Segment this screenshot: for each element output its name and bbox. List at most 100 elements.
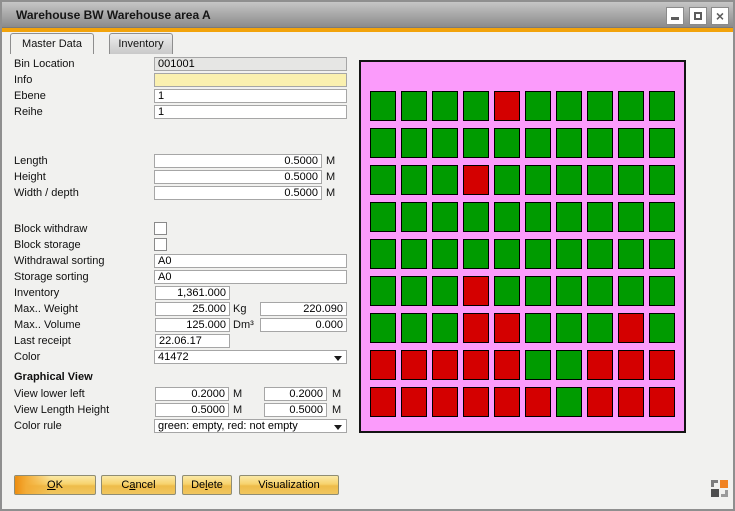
delete-button[interactable]: Delete bbox=[182, 475, 232, 495]
bin-cell-r2c2[interactable] bbox=[401, 128, 427, 158]
bin-cell-r9c4[interactable] bbox=[463, 387, 489, 417]
bin-cell-r4c9[interactable] bbox=[618, 202, 644, 232]
bin-cell-r4c10[interactable] bbox=[649, 202, 675, 232]
bin-cell-r8c7[interactable] bbox=[556, 350, 582, 380]
color-rule-dropdown[interactable]: green: empty, red: not empty bbox=[154, 419, 347, 433]
max-weight-field2[interactable]: 220.090 bbox=[260, 302, 347, 316]
bin-cell-r4c8[interactable] bbox=[587, 202, 613, 232]
bin-cell-r5c10[interactable] bbox=[649, 239, 675, 269]
bin-cell-r6c5[interactable] bbox=[494, 276, 520, 306]
bin-cell-r2c3[interactable] bbox=[432, 128, 458, 158]
bin-cell-r5c9[interactable] bbox=[618, 239, 644, 269]
view-length-height-field[interactable]: 0.5000 bbox=[155, 403, 229, 417]
bin-cell-r9c7[interactable] bbox=[556, 387, 582, 417]
bin-cell-r9c8[interactable] bbox=[587, 387, 613, 417]
view-lower-left-field2[interactable]: 0.2000 bbox=[264, 387, 327, 401]
bin-cell-r2c9[interactable] bbox=[618, 128, 644, 158]
bin-cell-r3c6[interactable] bbox=[525, 165, 551, 195]
bin-cell-r2c10[interactable] bbox=[649, 128, 675, 158]
minimize-button[interactable] bbox=[666, 7, 684, 25]
bin-cell-r8c4[interactable] bbox=[463, 350, 489, 380]
ebene-field[interactable]: 1 bbox=[154, 89, 347, 103]
bin-cell-r6c8[interactable] bbox=[587, 276, 613, 306]
bin-cell-r3c3[interactable] bbox=[432, 165, 458, 195]
bin-cell-r1c6[interactable] bbox=[525, 91, 551, 121]
bin-cell-r6c4[interactable] bbox=[463, 276, 489, 306]
bin-cell-r4c7[interactable] bbox=[556, 202, 582, 232]
bin-cell-r7c2[interactable] bbox=[401, 313, 427, 343]
max-weight-field[interactable]: 25.000 bbox=[155, 302, 230, 316]
bin-cell-r8c10[interactable] bbox=[649, 350, 675, 380]
bin-cell-r1c3[interactable] bbox=[432, 91, 458, 121]
bin-cell-r6c1[interactable] bbox=[370, 276, 396, 306]
bin-cell-r9c3[interactable] bbox=[432, 387, 458, 417]
bin-cell-r6c6[interactable] bbox=[525, 276, 551, 306]
bin-cell-r2c4[interactable] bbox=[463, 128, 489, 158]
bin-cell-r8c8[interactable] bbox=[587, 350, 613, 380]
resize-grip-icon[interactable] bbox=[711, 480, 728, 497]
max-volume-field[interactable]: 125.000 bbox=[155, 318, 230, 332]
length-field[interactable]: 0.5000 bbox=[154, 154, 322, 168]
bin-cell-r8c5[interactable] bbox=[494, 350, 520, 380]
height-field[interactable]: 0.5000 bbox=[154, 170, 322, 184]
bin-cell-r7c1[interactable] bbox=[370, 313, 396, 343]
bin-cell-r3c4[interactable] bbox=[463, 165, 489, 195]
bin-cell-r9c2[interactable] bbox=[401, 387, 427, 417]
tab-inventory[interactable]: Inventory bbox=[109, 33, 173, 54]
bin-cell-r5c8[interactable] bbox=[587, 239, 613, 269]
bin-cell-r5c5[interactable] bbox=[494, 239, 520, 269]
maximize-button[interactable] bbox=[689, 7, 707, 25]
titlebar[interactable]: Warehouse BW Warehouse area A × bbox=[2, 2, 733, 28]
bin-cell-r3c8[interactable] bbox=[587, 165, 613, 195]
bin-cell-r5c4[interactable] bbox=[463, 239, 489, 269]
bin-cell-r6c2[interactable] bbox=[401, 276, 427, 306]
last-receipt-field[interactable]: 22.06.17 bbox=[155, 334, 230, 348]
bin-cell-r2c5[interactable] bbox=[494, 128, 520, 158]
width-depth-field[interactable]: 0.5000 bbox=[154, 186, 322, 200]
bin-cell-r3c10[interactable] bbox=[649, 165, 675, 195]
bin-cell-r9c5[interactable] bbox=[494, 387, 520, 417]
bin-cell-r1c8[interactable] bbox=[587, 91, 613, 121]
bin-cell-r9c10[interactable] bbox=[649, 387, 675, 417]
bin-cell-r7c8[interactable] bbox=[587, 313, 613, 343]
bin-cell-r2c8[interactable] bbox=[587, 128, 613, 158]
bin-cell-r9c9[interactable] bbox=[618, 387, 644, 417]
view-length-height-field2[interactable]: 0.5000 bbox=[264, 403, 327, 417]
bin-cell-r1c9[interactable] bbox=[618, 91, 644, 121]
reihe-field[interactable]: 1 bbox=[154, 105, 347, 119]
close-button[interactable]: × bbox=[711, 7, 729, 25]
bin-cell-r2c1[interactable] bbox=[370, 128, 396, 158]
bin-cell-r3c7[interactable] bbox=[556, 165, 582, 195]
withdrawal-sorting-field[interactable]: A0 bbox=[154, 254, 347, 268]
color-dropdown[interactable]: 41472 bbox=[154, 350, 347, 364]
bin-cell-r6c3[interactable] bbox=[432, 276, 458, 306]
bin-cell-r5c1[interactable] bbox=[370, 239, 396, 269]
view-lower-left-field[interactable]: 0.2000 bbox=[155, 387, 229, 401]
bin-cell-r7c5[interactable] bbox=[494, 313, 520, 343]
inventory-field[interactable]: 1,361.000 bbox=[155, 286, 230, 300]
visualization-button[interactable]: Visualization bbox=[239, 475, 339, 495]
tab-master-data[interactable]: Master Data bbox=[10, 33, 94, 54]
bin-cell-r4c3[interactable] bbox=[432, 202, 458, 232]
bin-cell-r5c2[interactable] bbox=[401, 239, 427, 269]
bin-cell-r8c9[interactable] bbox=[618, 350, 644, 380]
bin-cell-r9c1[interactable] bbox=[370, 387, 396, 417]
bin-cell-r3c1[interactable] bbox=[370, 165, 396, 195]
bin-cell-r7c7[interactable] bbox=[556, 313, 582, 343]
bin-cell-r6c7[interactable] bbox=[556, 276, 582, 306]
bin-cell-r3c2[interactable] bbox=[401, 165, 427, 195]
bin-cell-r8c6[interactable] bbox=[525, 350, 551, 380]
bin-cell-r3c9[interactable] bbox=[618, 165, 644, 195]
info-field[interactable] bbox=[154, 73, 347, 87]
block-storage-checkbox[interactable] bbox=[154, 238, 167, 251]
max-volume-field2[interactable]: 0.000 bbox=[260, 318, 347, 332]
bin-cell-r4c5[interactable] bbox=[494, 202, 520, 232]
bin-cell-r8c3[interactable] bbox=[432, 350, 458, 380]
bin-cell-r5c7[interactable] bbox=[556, 239, 582, 269]
bin-cell-r7c3[interactable] bbox=[432, 313, 458, 343]
bin-cell-r4c6[interactable] bbox=[525, 202, 551, 232]
bin-cell-r1c5[interactable] bbox=[494, 91, 520, 121]
bin-cell-r8c1[interactable] bbox=[370, 350, 396, 380]
bin-cell-r5c3[interactable] bbox=[432, 239, 458, 269]
bin-cell-r7c9[interactable] bbox=[618, 313, 644, 343]
